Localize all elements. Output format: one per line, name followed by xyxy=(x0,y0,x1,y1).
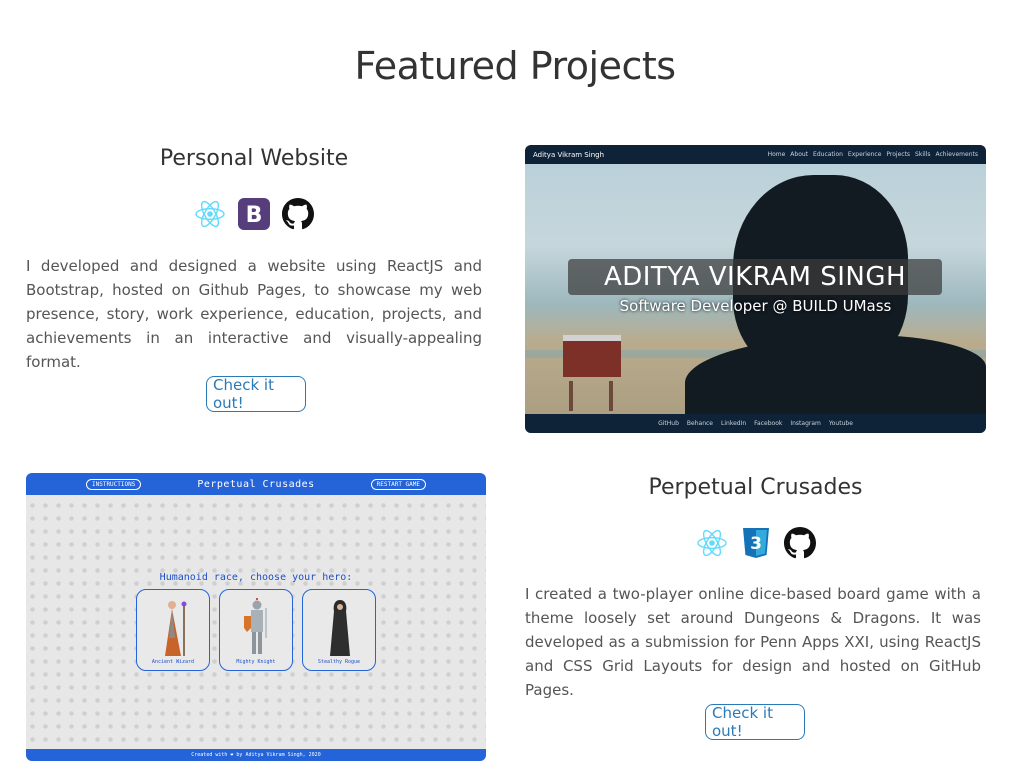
restart-pill: RESTART GAME xyxy=(370,478,426,490)
hero-prompt: Humanoid race, choose your hero: xyxy=(159,572,353,583)
css3-icon: 3 xyxy=(740,527,772,559)
project-description: I developed and designed a website using… xyxy=(26,257,482,371)
rogue-figure xyxy=(330,600,350,656)
instructions-pill: INSTRUCTIONS xyxy=(86,478,142,490)
project-title: Personal Website xyxy=(159,146,349,171)
hero-cards: Ancient Wizard Mighty Knight Stealthy Ro… xyxy=(136,589,376,671)
screenshot-nav-links: Home About Education Experience Projects… xyxy=(768,151,978,158)
check-it-out-button[interactable]: Check it out! xyxy=(206,376,306,412)
nav-link: Education xyxy=(813,151,843,158)
screenshot-footer: GitHub Behance LinkedIn Facebook Instagr… xyxy=(525,414,986,433)
tech-icons: B xyxy=(26,198,482,230)
nav-link: Projects xyxy=(886,151,911,158)
github-icon xyxy=(282,198,314,230)
screenshot-navbar: Aditya Vikram Singh Home About Education… xyxy=(525,145,986,164)
hero-card: Mighty Knight xyxy=(219,589,293,671)
nav-link: Achievements xyxy=(935,151,978,158)
nav-link: Home xyxy=(767,151,786,158)
screenshot-tagline: Software Developer @ BUILD UMass xyxy=(619,297,892,315)
hero-card: Ancient Wizard xyxy=(136,589,210,671)
game-header-bar: INSTRUCTIONS Perpetual Crusades RESTART … xyxy=(26,473,486,495)
nav-link: About xyxy=(790,151,809,158)
game-footer: Created with ❤ by Aditya Vikram Singh, 2… xyxy=(26,749,486,761)
lifeguard-hut xyxy=(563,335,621,411)
bootstrap-icon: B xyxy=(238,198,270,230)
footer-link: Instagram xyxy=(790,420,821,427)
nav-link: Skills xyxy=(915,151,931,158)
hero-card: Stealthy Rogue xyxy=(302,589,376,671)
project-description: I created a two-player online dice-based… xyxy=(525,585,981,699)
footer-link: GitHub xyxy=(658,420,679,427)
react-icon xyxy=(194,198,226,230)
wizard-figure xyxy=(165,601,187,656)
react-icon xyxy=(696,527,728,559)
svg-text:B: B xyxy=(246,203,263,228)
tech-icons: 3 xyxy=(525,527,986,559)
screenshot-hero-name: ADITYA VIKRAM SINGH xyxy=(568,259,942,295)
github-icon xyxy=(783,527,816,559)
hero-caption: Ancient Wizard xyxy=(151,659,195,665)
svg-text:3: 3 xyxy=(750,534,762,554)
footer-link: Youtube xyxy=(828,420,853,427)
silhouette-body xyxy=(685,335,986,415)
check-it-out-button[interactable]: Check it out! xyxy=(705,704,805,740)
game-title: Perpetual Crusades xyxy=(197,478,315,490)
perpetual-crusades-screenshot: INSTRUCTIONS Perpetual Crusades RESTART … xyxy=(26,473,486,761)
footer-link: Facebook xyxy=(754,420,783,427)
hero-caption: Mighty Knight xyxy=(236,659,276,665)
screenshot-brand: Aditya Vikram Singh xyxy=(533,150,605,159)
footer-link: LinkedIn xyxy=(721,420,747,427)
footer-link: Behance xyxy=(686,420,713,427)
personal-website-screenshot: Aditya Vikram Singh Home About Education… xyxy=(525,145,986,433)
nav-link: Experience xyxy=(847,151,882,158)
hero-caption: Stealthy Rogue xyxy=(317,659,361,665)
knight-figure xyxy=(244,598,267,654)
project-title: Perpetual Crusades xyxy=(648,475,863,500)
section-title: Featured Projects xyxy=(354,44,676,88)
